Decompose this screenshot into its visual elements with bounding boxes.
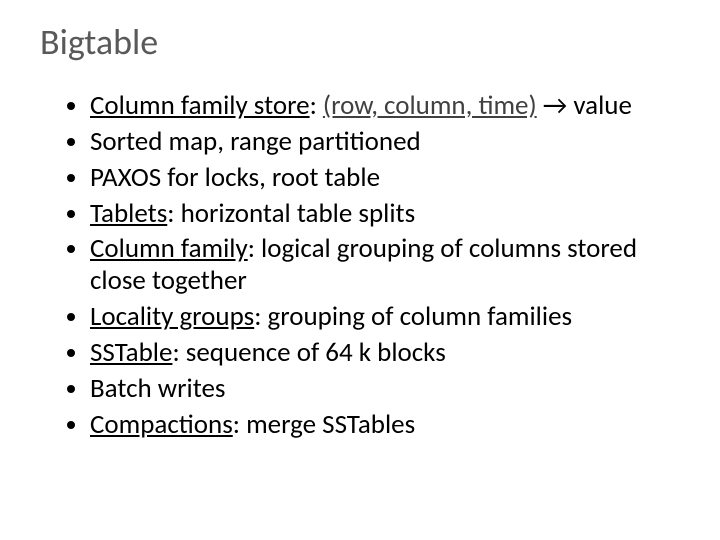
- text: : grouping of column families: [254, 300, 572, 333]
- term-underlined: Tablets: [90, 197, 167, 230]
- text: : sequence of 64 k blocks: [172, 336, 445, 369]
- list-item: Column family: logical grouping of colum…: [90, 231, 680, 299]
- term-underlined: Compactions: [90, 408, 233, 441]
- bullet-list: Column family store: (row, column, time)…: [40, 88, 680, 443]
- text: Batch writes: [90, 372, 225, 405]
- list-item: Compactions: merge SSTables: [90, 407, 680, 443]
- list-item: Column family store: (row, column, time)…: [90, 88, 680, 124]
- tuple-underlined: (row, column, time): [323, 89, 537, 122]
- text: → value: [537, 89, 632, 122]
- text: : horizontal table splits: [167, 197, 415, 230]
- term-underlined: Locality groups: [90, 300, 254, 333]
- list-item: PAXOS for locks, root table: [90, 160, 680, 196]
- list-item: SSTable: sequence of 64 k blocks: [90, 335, 680, 371]
- text: Sorted map, range partitioned: [90, 125, 421, 158]
- slide-title: Bigtable: [40, 20, 680, 64]
- slide: Bigtable Column family store: (row, colu…: [0, 0, 720, 540]
- text: :: [310, 89, 323, 122]
- text: : merge SSTables: [233, 408, 415, 441]
- term-underlined: Column family store: [90, 89, 310, 122]
- text: PAXOS for locks, root table: [90, 161, 380, 194]
- term-underlined: Column family: [90, 232, 248, 265]
- term-underlined: SSTable: [90, 336, 172, 369]
- list-item: Tablets: horizontal table splits: [90, 196, 680, 232]
- list-item: Sorted map, range partitioned: [90, 124, 680, 160]
- list-item: Batch writes: [90, 371, 680, 407]
- list-item: Locality groups: grouping of column fami…: [90, 299, 680, 335]
